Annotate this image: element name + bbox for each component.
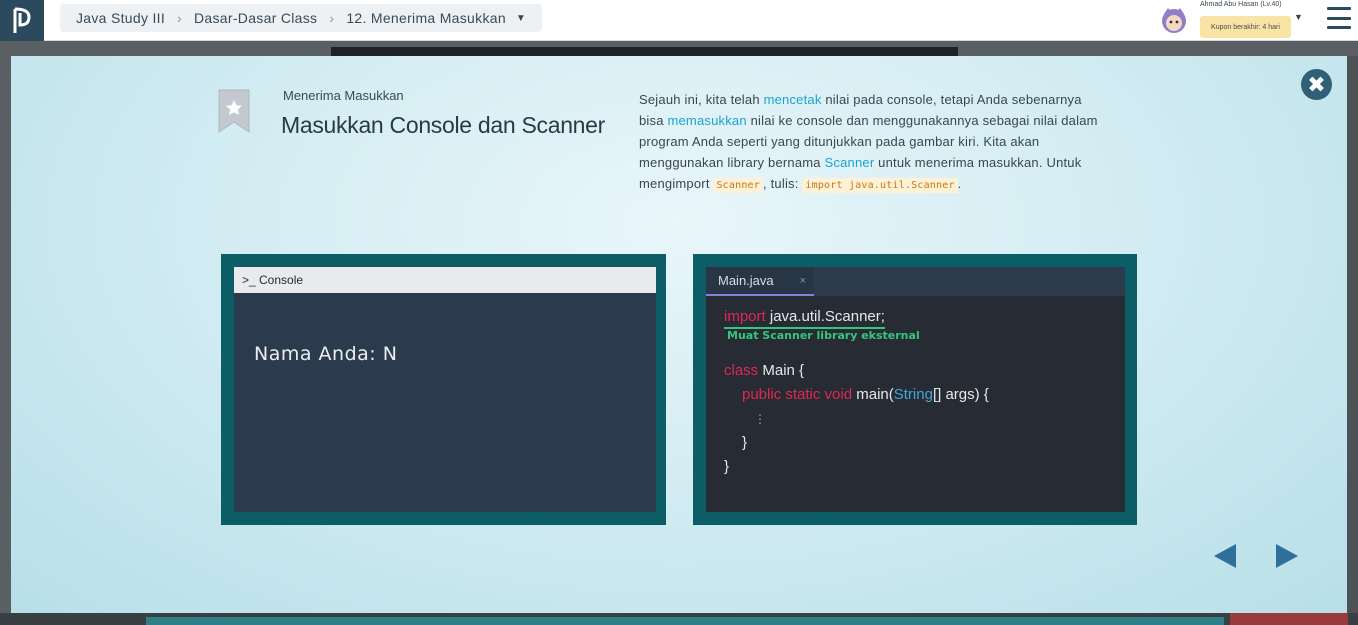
chevron-down-icon[interactable]: ▼ xyxy=(516,13,526,24)
avatar[interactable] xyxy=(1158,4,1190,36)
breadcrumb-item-chapter[interactable]: Dasar-Dasar Class xyxy=(194,10,317,26)
close-icon[interactable]: × xyxy=(800,275,806,287)
code-line-import: import java.util.Scanner; xyxy=(724,305,989,329)
close-icon[interactable]: ✖ xyxy=(1301,69,1332,100)
top-bar: Java Study III › Dasar-Dasar Class › 12.… xyxy=(0,0,1358,41)
slide-subtitle: Menerima Masukkan xyxy=(283,88,404,103)
chevron-right-icon: › xyxy=(329,10,335,26)
logo[interactable] xyxy=(0,0,44,41)
slide-title: Masukkan Console dan Scanner xyxy=(281,112,606,138)
console-header: >_ Console xyxy=(234,267,656,293)
code-line-method: public static void main(String[] args) { xyxy=(742,386,989,403)
user-name: Ahmad Abu Hasan (Lv.40) xyxy=(1200,1,1282,8)
code-annotation: Muat Scanner library eksternal xyxy=(727,329,920,342)
slide-modal: ✖ Menerima Masukkan Masukkan Console dan… xyxy=(11,56,1347,613)
code-editor: Main.java × import java.util.Scanner; Mu… xyxy=(706,267,1125,512)
tab-main-java[interactable]: Main.java × xyxy=(706,267,814,296)
code-content: import java.util.Scanner; Muat Scanner l… xyxy=(724,305,989,479)
hamburger-menu-icon[interactable] xyxy=(1327,7,1351,29)
chevron-down-icon[interactable]: ▼ xyxy=(1294,12,1303,22)
next-slide-icon[interactable] xyxy=(1276,544,1298,568)
code-line-ellipsis: ⋮ xyxy=(754,412,766,426)
breadcrumb-item-lesson[interactable]: 12. Menerima Masukkan xyxy=(346,10,506,26)
console-window: >_ Console Nama Anda: N xyxy=(234,267,656,512)
background-footer xyxy=(0,613,1358,625)
background-content xyxy=(331,47,958,56)
chevron-right-icon: › xyxy=(177,10,182,26)
code-tab-bar: Main.java × xyxy=(706,267,1125,296)
logo-icon xyxy=(13,7,31,33)
code-line-close-class: } xyxy=(724,458,730,475)
prev-slide-icon[interactable] xyxy=(1214,544,1236,568)
bookmark-icon[interactable] xyxy=(217,88,251,134)
console-panel: >_ Console Nama Anda: N xyxy=(221,254,666,525)
breadcrumb: Java Study III › Dasar-Dasar Class › 12.… xyxy=(60,4,543,32)
code-panel: Main.java × import java.util.Scanner; Mu… xyxy=(693,254,1137,525)
breadcrumb-item-course[interactable]: Java Study III xyxy=(76,10,165,26)
coupon-badge: Kupon berakhir: 4 hari xyxy=(1200,16,1291,38)
background-content xyxy=(1347,56,1358,613)
code-line-class: class Main { xyxy=(724,362,805,379)
code-line-close-method: } xyxy=(742,434,748,451)
slide-description: Sejauh ini, kita telah mencetak nilai pa… xyxy=(639,92,1098,193)
console-output: Nama Anda: N xyxy=(254,343,398,365)
